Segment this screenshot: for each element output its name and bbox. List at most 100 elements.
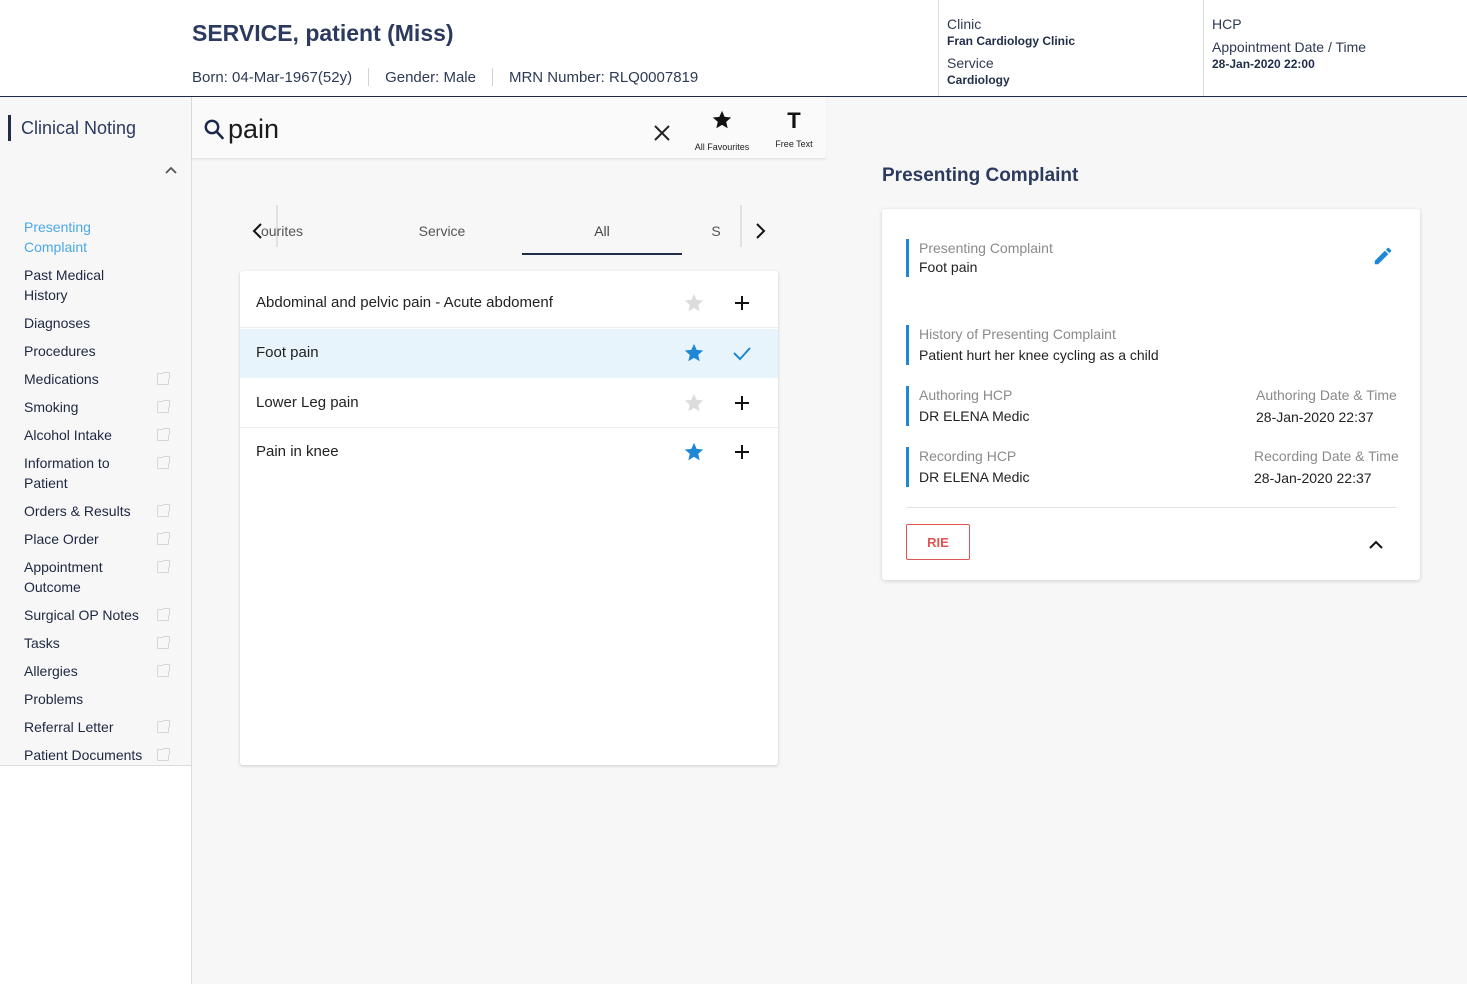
sidebar-title: Clinical Noting <box>8 115 136 141</box>
search-input[interactable] <box>228 113 608 145</box>
tab-favourites[interactable]: ourites <box>202 223 362 239</box>
sidebar-item[interactable]: Appointment Outcome <box>24 557 170 597</box>
appointment-label: Appointment Date / Time <box>1212 39 1367 55</box>
sidebar-item-label: Place Order <box>24 531 99 547</box>
rie-button[interactable]: RIE <box>906 524 970 560</box>
result-label: Lower Leg pain <box>256 394 359 411</box>
sidebar-item[interactable]: Patient Documents <box>24 745 170 765</box>
sidebar-item-label: Medications <box>24 371 99 387</box>
add-icon[interactable] <box>732 393 752 413</box>
clinical-noting-sidebar: Clinical Noting Presenting Complaint Past… <box>0 97 192 766</box>
service-value: Cardiology <box>947 73 1010 87</box>
sidebar-item[interactable]: Information to Patient <box>24 453 170 493</box>
sidebar-item[interactable]: Problems <box>24 689 169 709</box>
sidebar-item-label: Alcohol Intake <box>24 427 112 443</box>
check-icon[interactable] <box>732 343 752 363</box>
sidebar-item[interactable]: Referral Letter <box>24 717 170 737</box>
main-content: All Favourites T Free Text ourites Servi… <box>192 97 1467 984</box>
result-row[interactable]: Foot pain <box>240 329 778 378</box>
result-row[interactable]: Pain in knee <box>240 428 778 477</box>
history-field: History of Presenting Complaint Patient … <box>906 325 1159 365</box>
authoring-datetime-label: Authoring Date & Time <box>1256 387 1397 403</box>
active-tab-indicator <box>522 253 682 255</box>
chevron-up-icon[interactable] <box>1366 535 1386 555</box>
recording-datetime-field: Recording Date & Time 28-Jan-2020 22:37 <box>1254 447 1399 488</box>
sidebar-item-label: Tasks <box>24 635 60 651</box>
sidebar-item[interactable]: Medications <box>24 369 170 389</box>
presenting-complaint-field: Presenting Complaint Foot pain <box>906 239 1053 277</box>
presenting-complaint-value: Foot pain <box>919 259 978 275</box>
text-icon: T <box>787 108 801 133</box>
patient-mrn: MRN Number: RLQ0007819 <box>508 68 699 86</box>
recording-hcp-value: DR ELENA Medic <box>919 469 1030 485</box>
tab-all[interactable]: All <box>522 223 682 239</box>
sidebar-item-label: Surgical OP Notes <box>24 607 139 623</box>
patient-meta: Born: 04-Mar-1967(52y) Gender: Male MRN … <box>192 68 698 86</box>
sidebar-item[interactable]: Past Medical History <box>24 265 169 305</box>
chevron-right-icon[interactable] <box>750 221 770 241</box>
favourite-star-icon[interactable] <box>683 342 705 364</box>
free-text-button[interactable]: T Free Text <box>768 108 820 150</box>
sidebar-item-label: Patient Documents <box>24 747 143 763</box>
favourite-star-icon[interactable] <box>683 292 705 314</box>
recording-datetime-value: 28-Jan-2020 22:37 <box>1254 470 1372 486</box>
edit-pencil-icon[interactable] <box>1372 245 1394 267</box>
sidebar-item[interactable]: Diagnoses <box>24 313 169 333</box>
all-favourites-button[interactable]: All Favourites <box>692 109 752 152</box>
recording-hcp-field: Recording HCP DR ELENA Medic <box>906 447 1029 487</box>
patient-name: SERVICE, patient (Miss) <box>192 20 454 46</box>
clinic-info: Clinic Fran Cardiology Clinic Service Ca… <box>938 0 1204 96</box>
external-link-icon <box>157 504 170 517</box>
recording-hcp-label: Recording HCP <box>919 448 1017 464</box>
sidebar-item[interactable]: Smoking <box>24 397 170 417</box>
result-row[interactable]: Lower Leg pain <box>240 379 778 428</box>
sidebar-item-label: Diagnoses <box>24 315 91 331</box>
sidebar-item[interactable]: Place Order <box>24 529 170 549</box>
sidebar-item-label: Past Medical History <box>24 267 105 303</box>
recording-datetime-label: Recording Date & Time <box>1254 448 1399 464</box>
hcp-info: HCP Appointment Date / Time 28-Jan-2020 … <box>1203 0 1467 96</box>
add-icon[interactable] <box>732 293 752 313</box>
free-text-label: Free Text <box>775 139 813 149</box>
external-link-icon <box>157 456 170 469</box>
external-link-icon <box>157 748 170 761</box>
tab-specialty[interactable]: S <box>696 223 736 239</box>
add-icon[interactable] <box>732 442 752 462</box>
sidebar-collapse-button[interactable] <box>162 163 180 180</box>
patient-born: Born: 04-Mar-1967(52y) <box>192 68 353 86</box>
patient-gender: Gender: Male <box>385 68 476 86</box>
clear-search-icon[interactable] <box>652 123 672 143</box>
sidebar-item[interactable]: Orders & Results <box>24 501 170 521</box>
sidebar-item-label: Problems <box>24 691 84 707</box>
sidebar-item[interactable]: Alcohol Intake <box>24 425 170 445</box>
search-results-list: Abdominal and pelvic pain - Acute abdome… <box>240 271 778 765</box>
sidebar-item[interactable]: Surgical OP Notes <box>24 605 170 625</box>
sidebar-item[interactable]: Tasks <box>24 633 170 653</box>
sidebar-item-label: Appointment Outcome <box>24 559 103 595</box>
sidebar-item[interactable]: Procedures <box>24 341 169 361</box>
result-label: Pain in knee <box>256 443 339 460</box>
result-row[interactable]: Abdominal and pelvic pain - Acute abdome… <box>240 279 778 328</box>
divider <box>491 68 493 86</box>
external-link-icon <box>157 400 170 413</box>
sidebar-item-label: Presenting Complaint <box>24 219 91 255</box>
favourite-star-icon[interactable] <box>683 441 705 463</box>
panel-title: Presenting Complaint <box>882 165 1079 186</box>
sidebar-item-label: Orders & Results <box>24 503 131 519</box>
clinic-value: Fran Cardiology Clinic <box>947 34 1076 48</box>
divider <box>368 68 370 86</box>
sidebar-item[interactable]: Allergies <box>24 661 170 681</box>
favourite-star-icon[interactable] <box>683 392 705 414</box>
sidebar-item-label: Referral Letter <box>24 719 114 735</box>
appointment-value: 28-Jan-2020 22:00 <box>1212 57 1315 71</box>
sidebar-item[interactable]: Presenting Complaint <box>24 217 169 257</box>
tab-service[interactable]: Service <box>362 223 522 239</box>
chevron-up-icon <box>165 166 177 174</box>
sidebar-nav: Presenting Complaint Past Medical History… <box>24 217 170 773</box>
history-label: History of Presenting Complaint <box>919 326 1116 342</box>
external-link-icon <box>157 532 170 545</box>
sidebar-item-label: Procedures <box>24 343 96 359</box>
history-value: Patient hurt her knee cycling as a child <box>919 347 1159 363</box>
